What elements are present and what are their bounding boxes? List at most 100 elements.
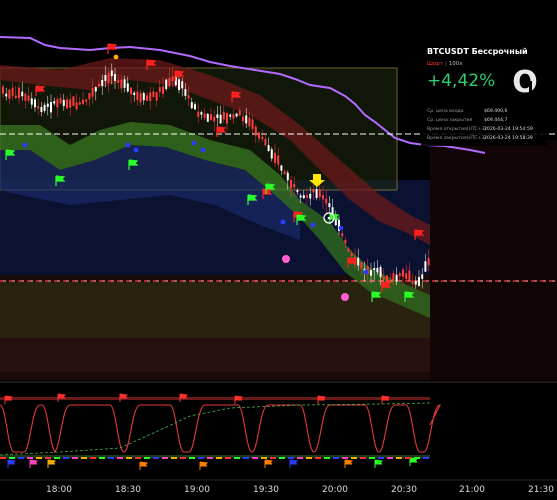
- oscillator-bar: [180, 457, 186, 459]
- olive-band: [0, 282, 430, 338]
- candle-body: [53, 101, 56, 104]
- candle-body: [344, 239, 347, 244]
- oscillator-bar: [36, 457, 42, 459]
- candle-body: [261, 136, 264, 139]
- candle-body: [267, 145, 270, 151]
- pair-title: BTCUSDT Бессрочный: [427, 47, 528, 56]
- oscillator-bar: [144, 457, 150, 459]
- candle-body: [264, 138, 267, 146]
- candle-body: [50, 101, 52, 113]
- candle-body: [235, 113, 238, 117]
- candle-body: [418, 277, 420, 286]
- oscillator-bar: [27, 457, 33, 459]
- oscillator-bar: [234, 457, 240, 459]
- candle-body: [222, 111, 225, 120]
- row-value: 2026-03-24 19:54:59: [484, 127, 533, 132]
- candle-body: [66, 99, 68, 109]
- candle-body: [171, 76, 174, 82]
- oscillator-bar: [0, 457, 6, 459]
- candle-body: [133, 92, 136, 96]
- row-label: Ср. цена закрытия: [427, 118, 473, 123]
- candle-body: [325, 198, 328, 204]
- candle-body: [283, 171, 286, 175]
- candle-body: [408, 270, 411, 282]
- candle-body: [190, 102, 193, 109]
- candle-body: [136, 91, 139, 101]
- row-value: $69.444,7: [484, 118, 508, 123]
- candle-body: [43, 104, 46, 111]
- candle-body: [59, 98, 62, 104]
- oscillator-bar: [216, 457, 222, 459]
- oscillator-bar: [252, 457, 258, 459]
- x-tick-label: 20:00: [322, 485, 348, 495]
- oscillator-bar: [405, 457, 411, 459]
- candle-body: [117, 79, 120, 83]
- candle-body: [238, 110, 241, 116]
- oscillator-bar: [207, 457, 213, 459]
- card-row: Ср. цена входа $69.490,6: [427, 109, 537, 114]
- candle-body: [14, 95, 17, 99]
- pink-signal-dot: [341, 293, 349, 301]
- candle-body: [30, 98, 33, 105]
- x-tick-label: 21:00: [459, 485, 485, 495]
- oscillator-bar: [18, 457, 24, 459]
- candle-body: [395, 274, 398, 282]
- maroon-band: [0, 338, 430, 372]
- card-row: Ср. цена закрытия $69.444,7: [427, 118, 537, 123]
- candle-body: [360, 262, 363, 269]
- candle-body: [155, 92, 158, 101]
- position-side: Шорт | 100x: [427, 61, 463, 67]
- candle-body: [370, 270, 372, 276]
- oscillator-bar: [360, 457, 366, 459]
- candle-body: [24, 93, 27, 101]
- candle-body: [251, 119, 254, 130]
- candle-body: [18, 87, 20, 99]
- candle-body: [168, 77, 171, 87]
- candle-body: [350, 253, 353, 256]
- candle-body: [382, 276, 385, 280]
- candle-body: [197, 111, 200, 117]
- candle-body: [110, 70, 113, 77]
- oscillator-bar: [414, 457, 420, 459]
- candle-body: [187, 95, 190, 99]
- candle-body: [341, 233, 344, 237]
- candle-body: [62, 99, 65, 106]
- candle-body: [379, 266, 382, 278]
- candle-body: [178, 79, 180, 90]
- candle-body: [315, 189, 318, 198]
- candle-body: [158, 87, 161, 93]
- card-row: Время закрытия(UTC+3) 2026-03-24 19:58:39: [427, 136, 537, 141]
- candle-body: [78, 102, 81, 105]
- candle-body: [91, 88, 94, 97]
- candle-body: [216, 114, 219, 118]
- exchange-logo: O: [512, 65, 538, 97]
- candle-body: [242, 116, 244, 122]
- oscillator-bar: [225, 457, 231, 459]
- oscillator-bar: [342, 457, 348, 459]
- candle-body: [402, 269, 404, 277]
- candle-body: [46, 103, 49, 107]
- exchange-logo-bar: [529, 81, 532, 94]
- oscillator-bar: [63, 457, 69, 459]
- candle-body: [210, 113, 212, 121]
- candle-body: [226, 113, 228, 124]
- candle-body: [219, 114, 222, 124]
- candle-body: [152, 91, 155, 98]
- candle-body: [72, 96, 75, 106]
- x-tick-label: 20:30: [391, 485, 417, 495]
- row-value: 2026-03-24 19:58:39: [484, 136, 533, 141]
- candle-body: [126, 83, 129, 92]
- candle-body: [245, 115, 248, 124]
- oscillator-bar: [378, 457, 384, 459]
- candle-body: [162, 86, 164, 95]
- candle-body: [421, 274, 424, 279]
- candle-body: [104, 75, 107, 81]
- oscillator-bar: [108, 457, 114, 459]
- candle-body: [347, 248, 350, 252]
- candle-body: [286, 172, 289, 181]
- candle-body: [120, 79, 123, 89]
- candle-body: [82, 99, 84, 104]
- candle-body: [37, 106, 40, 109]
- oscillator-bar: [90, 457, 96, 459]
- candle-body: [130, 87, 132, 95]
